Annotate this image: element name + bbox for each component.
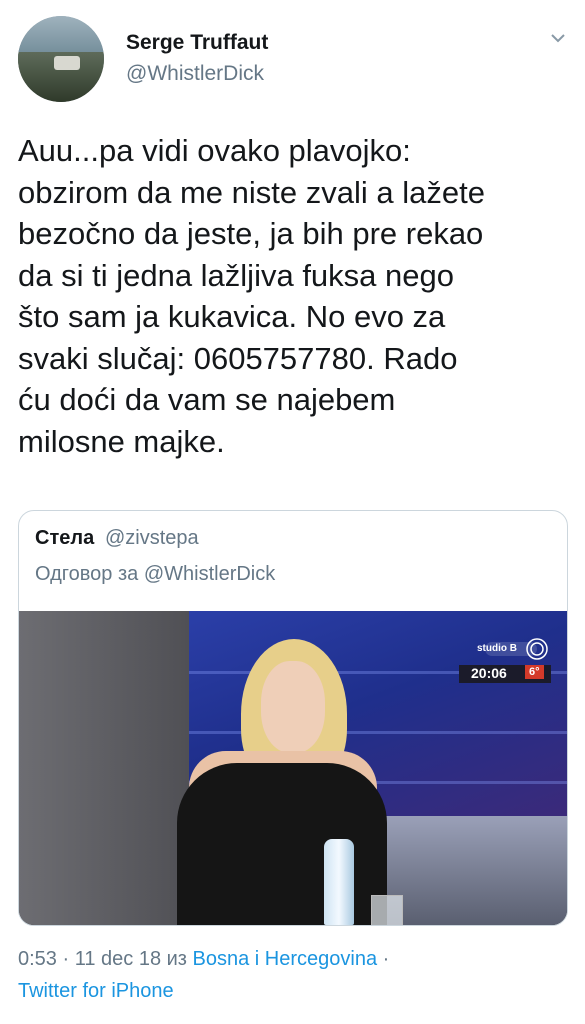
chevron-down-icon[interactable] <box>548 28 568 48</box>
water-bottle <box>324 839 354 925</box>
channel-logo-text: studio B <box>477 643 517 654</box>
quoted-author-handle: @zivstepa <box>105 527 199 549</box>
quoted-author-name: Стела <box>35 527 95 549</box>
avatar-boat <box>54 56 80 70</box>
tweet-timestamp-line: 0:53 · 11 dec 18 из Bosna i Hercegovina … <box>18 948 389 971</box>
reply-to-label: Одговор за @WhistlerDick <box>35 563 276 585</box>
studio-wall <box>19 611 189 925</box>
meta-separator: · <box>382 948 390 970</box>
quoted-tweet[interactable]: Стела @zivstepa Одговор за @WhistlerDick… <box>18 510 568 926</box>
person-face <box>261 661 325 753</box>
author-name[interactable]: Serge Truffaut <box>126 31 268 55</box>
person-dress <box>177 763 387 925</box>
tweet-source[interactable]: Twitter for iPhone <box>18 980 174 1003</box>
tweet-text: Auu...pa vidi ovako plavojko: obzirom da… <box>18 133 485 459</box>
channel-logo: studio B <box>471 637 551 661</box>
author-handle[interactable]: @WhistlerDick <box>126 62 264 86</box>
clock-temperature: 6° <box>525 665 544 679</box>
water-glass <box>371 895 403 925</box>
clock-time: 20:06 <box>471 665 507 681</box>
quoted-media-image[interactable]: studio B 20:06 6° <box>19 611 567 925</box>
tweet-location[interactable]: Bosna i Hercegovina <box>193 948 378 970</box>
avatar[interactable] <box>18 16 104 102</box>
tweet-time-date[interactable]: 0:53 · 11 dec 18 из <box>18 948 187 970</box>
